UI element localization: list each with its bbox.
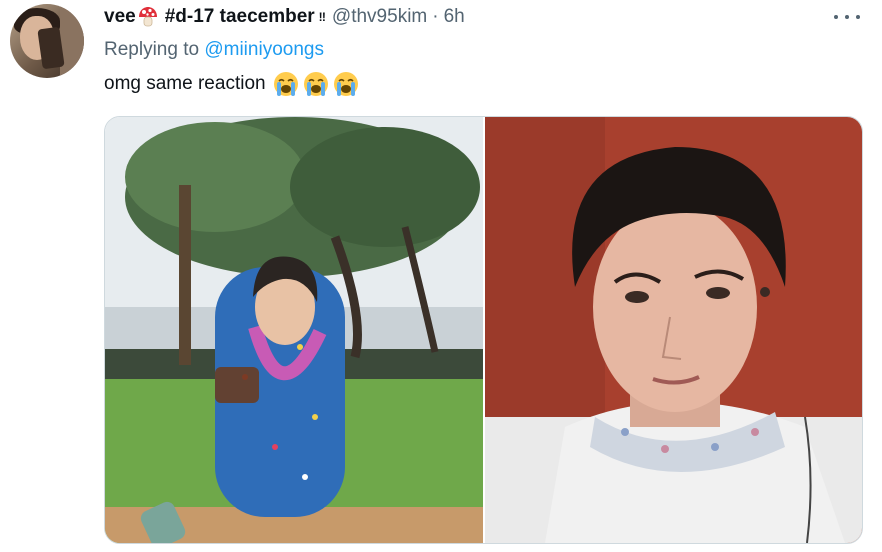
replying-to-prefix: Replying to	[104, 39, 200, 60]
separator-dot: ·	[432, 6, 439, 27]
avatar-background	[60, 4, 84, 78]
double-exclamation-icon: ‼	[318, 10, 326, 24]
more-options-icon[interactable]	[834, 10, 860, 24]
user-handle[interactable]: @thv95kim	[332, 4, 427, 30]
outdoor-photo	[105, 117, 483, 543]
media-image-left[interactable]	[105, 117, 483, 543]
more-dot	[845, 15, 849, 19]
display-name[interactable]: vee	[104, 4, 136, 30]
timestamp[interactable]: 6h	[444, 4, 465, 30]
avatar[interactable]	[10, 4, 84, 78]
emoji-row	[272, 70, 360, 98]
portrait-photo	[485, 117, 862, 543]
loudly-crying-face-icon	[333, 72, 358, 96]
more-dot	[834, 15, 838, 19]
replying-to-user-link[interactable]: @miiniyoongs	[204, 39, 324, 60]
replying-to: Replying to @miiniyoongs	[104, 37, 324, 63]
more-dot	[856, 15, 860, 19]
loudly-crying-face-icon	[303, 72, 328, 96]
media-grid	[104, 116, 863, 544]
media-image-right[interactable]	[485, 117, 862, 543]
mushroom-icon	[137, 6, 159, 28]
loudly-crying-face-icon	[273, 72, 298, 96]
display-name-suffix[interactable]: #d-17 taecember	[165, 4, 315, 30]
tweet-header: vee #d-17 taecember ‼ @thv95kim · 6h	[104, 4, 465, 30]
tweet-body: omg same reaction	[104, 73, 266, 94]
tweet-text: omg same reaction	[104, 70, 360, 98]
